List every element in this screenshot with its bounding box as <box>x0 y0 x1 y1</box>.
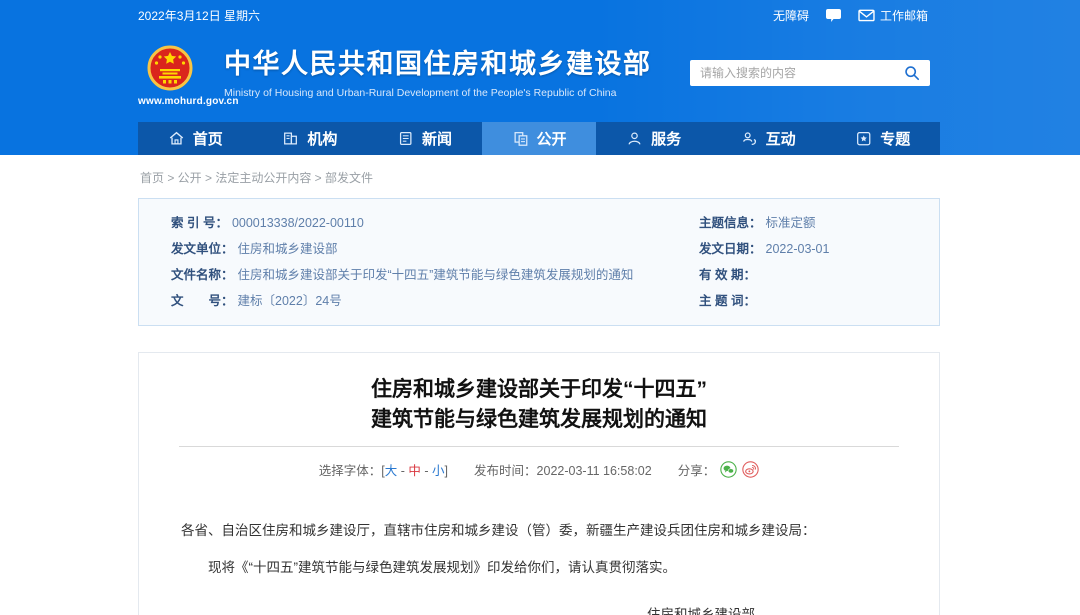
meta-row-issue-date: 发文日期： 2022-03-01 <box>699 241 939 257</box>
meta-row-keywords: 主 题 词： <box>699 293 939 309</box>
current-date: 2022年3月12日 星期六 <box>138 7 260 24</box>
meta-value: 住房和城乡建设部关于印发“十四五”建筑节能与绿色建筑发展规划的通知 <box>238 268 634 282</box>
separator: - <box>421 464 432 478</box>
document-title-line1: 住房和城乡建设部关于印发“十四五” <box>139 375 939 405</box>
document-title-line2: 建筑节能与绿色建筑发展规划的通知 <box>139 405 939 435</box>
paragraph-recipients: 各省、自治区住房和城乡建设厅，直辖市住房和城乡建设（管）委，新疆生产建设兵团住房… <box>181 521 897 541</box>
accessibility-label: 无障碍 <box>773 7 809 24</box>
work-mailbox-label: 工作邮箱 <box>880 7 928 24</box>
topics-star-icon <box>855 130 872 147</box>
nav-item-org[interactable]: 机构 <box>253 122 368 155</box>
nav-label: 专题 <box>880 128 910 149</box>
meta-value: 2022-03-01 <box>766 242 830 256</box>
meta-row-theme-info: 主题信息： 标准定额 <box>699 215 939 231</box>
publish-time-value: 2022-03-11 16:58:02 <box>537 464 652 478</box>
meta-value: 建标〔2022〕24号 <box>238 294 342 308</box>
site-header: 2022年3月12日 星期六 无障碍 工作邮箱 <box>0 0 1080 155</box>
search-input[interactable] <box>700 66 903 80</box>
meta-row-doc-number: 文 号： 建标〔2022〕24号 <box>171 293 699 309</box>
service-person-icon <box>626 130 643 147</box>
font-size-medium-link[interactable]: 中 <box>408 464 421 478</box>
site-title: 中华人民共和国住房和城乡建设部 <box>224 48 652 80</box>
share-label: 分享： <box>678 460 716 479</box>
publish-time: 发布时间：2022-03-11 16:58:02 <box>474 460 652 479</box>
nav-label: 新闻 <box>422 128 452 149</box>
nav-label: 公开 <box>537 128 567 149</box>
disclosure-docs-icon <box>512 130 529 147</box>
font-size-selector: 选择字体：[大 - 中 - 小] <box>319 460 448 479</box>
wechat-share-icon[interactable] <box>720 461 737 478</box>
share-controls: 分享： <box>678 460 760 479</box>
separator: - <box>397 464 408 478</box>
search-box <box>690 60 930 86</box>
meta-label: 文件名称： <box>171 268 234 282</box>
nav-item-service[interactable]: 服务 <box>596 122 711 155</box>
top-bar: 2022年3月12日 星期六 无障碍 工作邮箱 <box>0 0 1080 30</box>
paragraph-main: 现将《“十四五”建筑节能与绿色建筑发展规划》印发给你们，请认真贯彻落实。 <box>181 558 897 578</box>
meta-value: 000013338/2022-00110 <box>232 216 364 230</box>
font-size-large-link[interactable]: 大 <box>385 464 398 478</box>
nav-label: 互动 <box>766 128 796 149</box>
breadcrumb[interactable]: 首页 > 公开 > 法定主动公开内容 > 部发文件 <box>140 169 1080 186</box>
document-meta-card: 索 引 号： 000013338/2022-00110 发文单位： 住房和城乡建设部… <box>138 198 940 326</box>
nav-label: 机构 <box>307 128 337 149</box>
meta-value: 住房和城乡建设部 <box>238 242 338 256</box>
search-button[interactable] <box>903 64 921 82</box>
meta-row-valid-period: 有 效 期： <box>699 267 939 283</box>
nav-item-news[interactable]: 新闻 <box>367 122 482 155</box>
org-building-icon <box>282 130 299 147</box>
meta-value: 标准定额 <box>766 216 816 230</box>
search-icon <box>904 65 920 81</box>
meta-label: 索 引 号： <box>171 216 228 230</box>
site-subtitle: Ministry of Housing and Urban-Rural Deve… <box>224 87 652 99</box>
font-select-label: 选择字体： <box>319 464 382 478</box>
meta-label: 文 号： <box>171 294 234 308</box>
nav-item-interaction[interactable]: 互动 <box>711 122 826 155</box>
nav-item-disclosure[interactable]: 公开 <box>482 122 597 155</box>
weibo-share-icon[interactable] <box>742 461 759 478</box>
comment-bubble-icon <box>825 8 842 23</box>
meta-label: 发文单位： <box>171 242 234 256</box>
bracket-close: ] <box>445 464 448 478</box>
interaction-icon <box>741 130 758 147</box>
meta-label: 发文日期： <box>699 242 762 256</box>
nav-item-topics[interactable]: 专题 <box>825 122 940 155</box>
publish-time-label: 发布时间： <box>474 464 537 478</box>
mail-icon <box>858 8 875 22</box>
news-document-icon <box>397 130 414 147</box>
document-meta-row: 选择字体：[大 - 中 - 小] 发布时间：2022-03-11 16:58:0… <box>139 460 939 479</box>
meta-row-issuing-unit: 发文单位： 住房和城乡建设部 <box>171 241 699 257</box>
home-icon <box>168 130 185 147</box>
work-mailbox-link[interactable]: 工作邮箱 <box>858 7 928 24</box>
comment-bubble-button[interactable] <box>825 8 842 23</box>
meta-label: 主题信息： <box>699 216 762 230</box>
nav-item-home[interactable]: 首页 <box>138 122 253 155</box>
meta-row-index-number: 索 引 号： 000013338/2022-00110 <box>171 215 699 231</box>
meta-label: 主 题 词： <box>699 294 756 308</box>
title-divider <box>179 446 899 447</box>
signature-org: 住房和城乡建设部 <box>139 605 939 615</box>
meta-label: 有 效 期： <box>699 268 756 282</box>
document-title: 住房和城乡建设部关于印发“十四五” 建筑节能与绿色建筑发展规划的通知 <box>139 375 939 435</box>
font-size-small-link[interactable]: 小 <box>432 464 445 478</box>
nav-label: 首页 <box>193 128 223 149</box>
site-branding: www.mohurd.gov.cn 中华人民共和国住房和城乡建设部 Minist… <box>138 44 652 107</box>
meta-row-file-name: 文件名称： 住房和城乡建设部关于印发“十四五”建筑节能与绿色建筑发展规划的通知 <box>171 267 699 283</box>
national-emblem-logo <box>146 44 194 94</box>
document-card: 住房和城乡建设部关于印发“十四五” 建筑节能与绿色建筑发展规划的通知 选择字体：… <box>138 352 940 615</box>
accessibility-link[interactable]: 无障碍 <box>773 7 809 24</box>
nav-label: 服务 <box>651 128 681 149</box>
document-body: 各省、自治区住房和城乡建设厅，直辖市住房和城乡建设（管）委，新疆生产建设兵团住房… <box>139 521 939 578</box>
main-nav: 首页 机构 新闻 <box>138 122 940 155</box>
